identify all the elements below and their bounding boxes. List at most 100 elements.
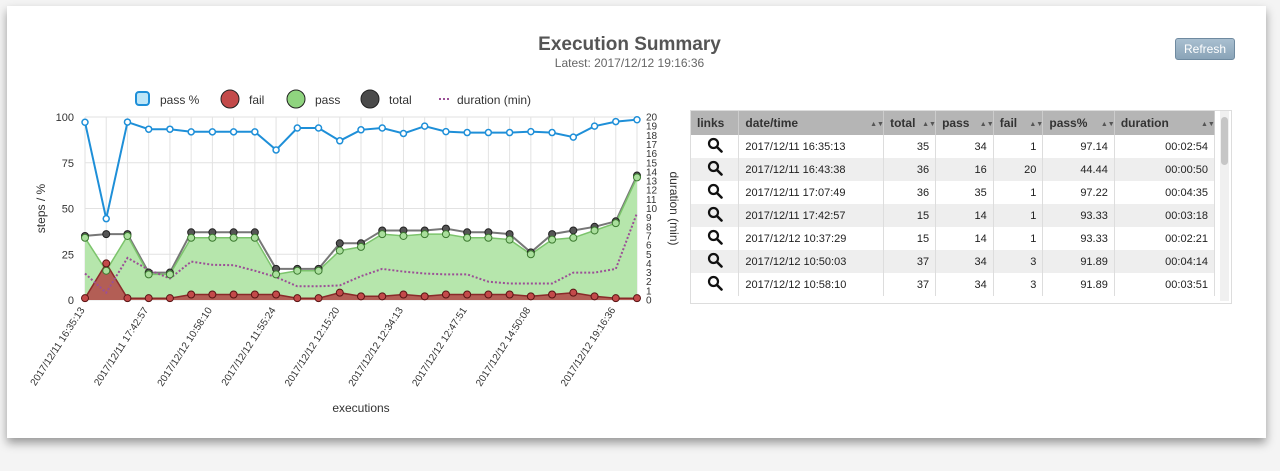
- column-header[interactable]: duration ▲▼: [1114, 111, 1216, 135]
- fail-point[interactable]: [187, 290, 196, 299]
- pass-point[interactable]: [81, 233, 89, 242]
- fail-point[interactable]: [123, 294, 132, 303]
- pass-point[interactable]: [484, 233, 493, 242]
- pass-pct-point[interactable]: [272, 146, 280, 154]
- magnifier-icon[interactable]: [707, 183, 723, 199]
- pass-pct-point[interactable]: [187, 128, 195, 136]
- pass-pct-point[interactable]: [399, 129, 408, 138]
- pass-point[interactable]: [548, 235, 557, 244]
- fail-point[interactable]: [484, 290, 493, 299]
- column-header[interactable]: pass ▲▼: [935, 111, 994, 135]
- pass-pct-point[interactable]: [378, 124, 386, 132]
- fail-point[interactable]: [378, 292, 387, 301]
- sort-icon[interactable]: ▲▼: [922, 121, 936, 128]
- sort-icon[interactable]: ▲▼: [1201, 121, 1215, 128]
- fail-point[interactable]: [293, 294, 302, 303]
- pass-pct-point[interactable]: [548, 128, 556, 137]
- fail-point[interactable]: [441, 290, 450, 299]
- pass-pct-point[interactable]: [251, 128, 259, 136]
- sort-icon[interactable]: ▲▼: [870, 121, 884, 128]
- fail-point[interactable]: [314, 294, 323, 303]
- legend-item[interactable]: pass: [286, 89, 340, 109]
- total-point[interactable]: [102, 230, 111, 239]
- magnifier-icon[interactable]: [707, 229, 723, 245]
- pass-point[interactable]: [526, 250, 535, 259]
- executions-table-container[interactable]: links date/time ▲▼ total ▲▼ pass ▲▼ fail ▲▼ pass%…: [690, 110, 1232, 304]
- magnifier-icon[interactable]: [707, 252, 723, 268]
- magnifier-icon[interactable]: [707, 275, 723, 291]
- column-header[interactable]: date/time ▲▼: [738, 111, 885, 135]
- pass-point[interactable]: [272, 270, 281, 279]
- pass-point[interactable]: [399, 231, 408, 240]
- fail-point[interactable]: [633, 294, 641, 303]
- fail-point[interactable]: [81, 294, 89, 303]
- pass-pct-point[interactable]: [527, 127, 535, 136]
- pass-point[interactable]: [314, 266, 323, 275]
- pass-pct-point[interactable]: [505, 128, 514, 137]
- legend-item[interactable]: total: [360, 89, 412, 109]
- sort-icon[interactable]: ▲▼: [980, 121, 994, 128]
- pass-point[interactable]: [441, 230, 450, 239]
- pass-pct-point[interactable]: [336, 137, 344, 145]
- pass-pct-point[interactable]: [463, 128, 471, 137]
- fail-point[interactable]: [463, 290, 472, 299]
- sort-icon[interactable]: ▲▼: [1101, 121, 1115, 128]
- pass-point[interactable]: [208, 233, 217, 242]
- pass-point[interactable]: [123, 231, 132, 240]
- pass-pct-point[interactable]: [633, 115, 641, 124]
- magnifier-icon[interactable]: [707, 137, 723, 153]
- pass-pct-point[interactable]: [166, 125, 174, 133]
- fail-point[interactable]: [399, 290, 408, 299]
- pass-pct-point[interactable]: [229, 128, 238, 136]
- fail-point[interactable]: [611, 294, 620, 303]
- pass-pct-point[interactable]: [612, 117, 620, 126]
- chart-legend[interactable]: pass % fail pass total duration (min): [135, 89, 531, 109]
- pass-point[interactable]: [569, 233, 578, 242]
- pass-pct-point[interactable]: [102, 214, 110, 223]
- pass-pct-point[interactable]: [144, 125, 153, 133]
- pass-pct-point[interactable]: [81, 118, 89, 126]
- pass-point[interactable]: [165, 270, 174, 279]
- total-point[interactable]: [569, 226, 578, 235]
- fail-point[interactable]: [250, 290, 259, 299]
- legend-item[interactable]: duration (min): [439, 93, 531, 107]
- pass-pct-point[interactable]: [357, 126, 365, 134]
- magnifier-icon[interactable]: [707, 160, 723, 176]
- table-scrollbar-thumb[interactable]: [1221, 117, 1228, 165]
- pass-pct-point[interactable]: [123, 118, 132, 126]
- column-header[interactable]: fail ▲▼: [993, 111, 1044, 135]
- pass-point[interactable]: [633, 173, 641, 182]
- pass-point[interactable]: [335, 246, 344, 255]
- pass-point[interactable]: [187, 233, 196, 242]
- pass-pct-point[interactable]: [484, 128, 493, 137]
- total-point[interactable]: [335, 239, 344, 248]
- fail-point[interactable]: [144, 294, 153, 303]
- pass-pct-point[interactable]: [569, 133, 578, 141]
- pass-point[interactable]: [102, 266, 111, 275]
- fail-point[interactable]: [229, 290, 238, 299]
- pass-point[interactable]: [420, 230, 429, 239]
- pass-point[interactable]: [611, 219, 620, 228]
- pass-pct-point[interactable]: [590, 122, 599, 130]
- fail-point[interactable]: [420, 292, 429, 301]
- pass-point[interactable]: [229, 233, 238, 242]
- legend-item[interactable]: pass %: [135, 91, 200, 107]
- pass-point[interactable]: [505, 235, 514, 244]
- column-header[interactable]: pass% ▲▼: [1042, 111, 1115, 135]
- pass-point[interactable]: [144, 270, 153, 279]
- legend-item[interactable]: fail: [220, 89, 264, 109]
- pass-point[interactable]: [250, 233, 259, 242]
- pass-point[interactable]: [590, 226, 599, 235]
- refresh-button[interactable]: Refresh: [1175, 38, 1235, 60]
- column-header[interactable]: total ▲▼: [883, 111, 937, 135]
- pass-pct-point[interactable]: [208, 128, 217, 136]
- pass-point[interactable]: [357, 242, 365, 251]
- pass-pct-point[interactable]: [314, 124, 323, 132]
- fail-point[interactable]: [548, 290, 557, 299]
- pass-pct-point[interactable]: [420, 122, 429, 130]
- column-header[interactable]: links: [691, 111, 740, 135]
- sort-icon[interactable]: ▲▼: [1029, 121, 1043, 128]
- pass-pct-point[interactable]: [442, 127, 450, 136]
- fail-point[interactable]: [505, 290, 514, 299]
- fail-point[interactable]: [335, 288, 344, 297]
